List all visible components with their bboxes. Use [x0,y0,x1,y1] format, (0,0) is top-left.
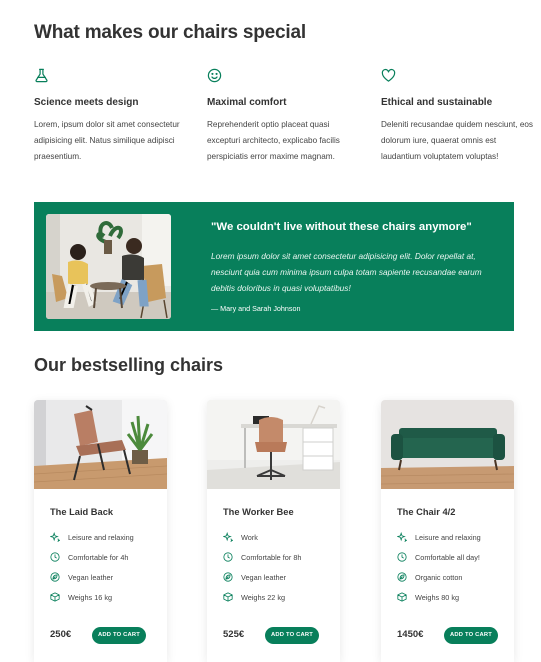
add-to-cart-button[interactable]: ADD TO CART [444,627,499,644]
bestsellers-title: Our bestselling chairs [34,355,224,375]
feature-science: Science meets design Lorem, ipsum dolor … [34,68,184,161]
product-attribute: Vegan leather [50,571,113,583]
product-attribute: Leisure and relaxing [50,531,134,543]
attribute-label: Vegan leather [241,572,287,582]
attribute-label: Comfortable for 8h [241,552,302,562]
smile-icon [207,68,222,83]
attribute-label: Comfortable all day! [415,552,480,562]
product-card-chair-4-2: The Chair 4/2 Leisure and relaxing Comfo… [381,400,514,662]
clock-icon [397,552,407,562]
feature-comfort: Maximal comfort Reprehenderit optio plac… [207,68,357,161]
product-attribute: Organic cotton [397,571,462,583]
testimonial-section: "We couldn't live without these chairs a… [34,202,514,331]
product-attribute: Comfortable for 4h [50,551,128,563]
product-attribute: Weighs 80 kg [397,591,459,603]
product-card-laid-back: The Laid Back Leisure and relaxing Comfo… [34,400,167,662]
feature-text: Deleniti recusandae quidem nesciunt, eos… [381,120,534,161]
product-attribute: Work [223,531,258,543]
product-price: 1450€ [397,629,424,640]
flask-icon [35,68,48,83]
product-name: The Worker Bee [223,507,294,517]
product-name: The Chair 4/2 [397,507,456,517]
box-icon [223,592,233,602]
attribute-label: Weighs 80 kg [415,592,460,602]
attribute-label: Vegan leather [68,572,114,582]
attribute-label: Organic cotton [415,572,463,582]
clock-icon [223,552,233,562]
clock-icon [50,552,60,562]
feature-title: Maximal comfort [207,97,287,108]
leaf-icon [397,572,407,582]
product-attribute: Weighs 22 kg [223,591,285,603]
sparkles-icon [223,532,233,542]
box-icon [50,592,60,602]
leaf-icon [50,572,60,582]
feature-ethical: Ethical and sustainable Deleniti recusan… [381,68,533,161]
testimonial-author: — Mary and Sarah Johnson [211,304,301,313]
product-attribute: Comfortable all day! [397,551,480,563]
product-image [34,400,167,489]
attribute-label: Leisure and relaxing [415,532,481,542]
sparkles-icon [397,532,407,542]
product-card-worker-bee: The Worker Bee Work Comfortable for 8h V… [207,400,340,662]
leaf-icon [223,572,233,582]
testimonial-text: Lorem ipsum dolor sit amet consectetur a… [211,251,482,293]
box-icon [397,592,407,602]
product-attribute: Weighs 16 kg [50,591,112,603]
attribute-label: Weighs 22 kg [241,592,286,602]
product-name: The Laid Back [50,507,114,517]
heart-icon [381,68,396,82]
features-section: What makes our chairs special Science me… [34,22,533,161]
product-image [207,400,340,489]
testimonial-photo [46,214,171,319]
product-attribute: Comfortable for 8h [223,551,301,563]
feature-text: Reprehenderit optio placeat quasi except… [207,120,340,161]
attribute-label: Work [241,532,258,542]
product-price: 525€ [223,629,245,640]
add-to-cart-button[interactable]: ADD TO CART [265,627,320,644]
product-image [381,400,514,489]
attribute-label: Weighs 16 kg [68,592,113,602]
testimonial-quote: "We couldn't live without these chairs a… [211,221,472,233]
attribute-label: Leisure and relaxing [68,532,134,542]
feature-title: Ethical and sustainable [381,97,493,108]
add-to-cart-button[interactable]: ADD TO CART [92,627,147,644]
feature-title: Science meets design [34,97,139,108]
product-attribute: Vegan leather [223,571,286,583]
attribute-label: Comfortable for 4h [68,552,129,562]
product-attribute: Leisure and relaxing [397,531,481,543]
sparkles-icon [50,532,60,542]
feature-text: Lorem, ipsum dolor sit amet consectetur … [34,120,180,161]
features-title: What makes our chairs special [34,22,306,43]
product-price: 250€ [50,629,72,640]
